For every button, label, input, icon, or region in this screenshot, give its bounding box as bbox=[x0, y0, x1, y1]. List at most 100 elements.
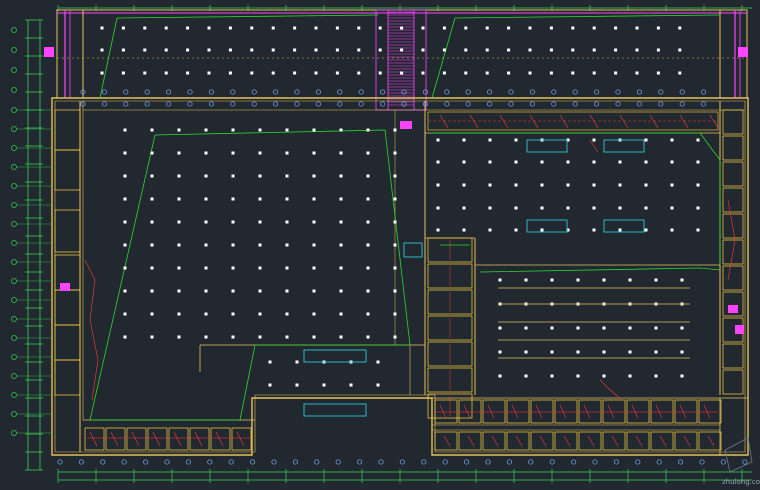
column-dot bbox=[204, 312, 208, 316]
column-dot bbox=[680, 374, 684, 378]
column-dot bbox=[228, 26, 232, 30]
column-dot bbox=[550, 374, 554, 378]
column-dot bbox=[566, 183, 570, 187]
column-dot bbox=[258, 266, 262, 270]
column-dot bbox=[670, 228, 674, 232]
column-dot bbox=[485, 71, 489, 75]
column-dot bbox=[498, 374, 502, 378]
column-dot bbox=[150, 266, 154, 270]
column-dot bbox=[285, 151, 289, 155]
column-dot bbox=[514, 160, 518, 164]
column-dot bbox=[177, 266, 181, 270]
column-dot bbox=[618, 228, 622, 232]
column-dot bbox=[618, 160, 622, 164]
column-dot bbox=[393, 312, 397, 316]
column-dot bbox=[592, 48, 596, 52]
column-dot bbox=[514, 228, 518, 232]
column-dot bbox=[436, 160, 440, 164]
column-dot bbox=[528, 71, 532, 75]
column-dot bbox=[393, 289, 397, 293]
column-dot bbox=[644, 160, 648, 164]
column-dot bbox=[614, 71, 618, 75]
column-dot bbox=[150, 220, 154, 224]
column-dot bbox=[576, 326, 580, 330]
column-dot bbox=[436, 183, 440, 187]
column-dot bbox=[123, 151, 127, 155]
column-dot bbox=[678, 71, 682, 75]
column-dot bbox=[231, 312, 235, 316]
column-dot bbox=[204, 220, 208, 224]
column-dot bbox=[592, 228, 596, 232]
column-dot bbox=[680, 350, 684, 354]
column-dot bbox=[488, 228, 492, 232]
column-dot bbox=[285, 312, 289, 316]
column-dot bbox=[462, 206, 466, 210]
column-dot bbox=[339, 151, 343, 155]
column-dot bbox=[204, 335, 208, 339]
column-dot bbox=[258, 220, 262, 224]
column-dot bbox=[177, 243, 181, 247]
column-dot bbox=[177, 128, 181, 132]
column-dot bbox=[366, 335, 370, 339]
column-dot bbox=[654, 350, 658, 354]
column-dot bbox=[366, 197, 370, 201]
column-dot bbox=[644, 138, 648, 142]
column-dot bbox=[177, 335, 181, 339]
column-dot bbox=[231, 243, 235, 247]
column-dot bbox=[514, 206, 518, 210]
column-dot bbox=[400, 71, 404, 75]
column-dot bbox=[524, 374, 528, 378]
column-dot bbox=[378, 71, 382, 75]
column-dot bbox=[644, 183, 648, 187]
column-dot bbox=[231, 335, 235, 339]
column-dot bbox=[464, 26, 468, 30]
column-dot bbox=[400, 48, 404, 52]
column-dot bbox=[514, 183, 518, 187]
column-dot bbox=[293, 71, 297, 75]
column-dot bbox=[123, 243, 127, 247]
column-dot bbox=[393, 128, 397, 132]
column-dot bbox=[507, 48, 511, 52]
column-dot bbox=[635, 71, 639, 75]
column-dot bbox=[312, 151, 316, 155]
column-dot bbox=[123, 174, 127, 178]
column-dot bbox=[204, 151, 208, 155]
column-dot bbox=[524, 350, 528, 354]
column-dot bbox=[366, 151, 370, 155]
column-dot bbox=[150, 312, 154, 316]
column-dot bbox=[696, 228, 700, 232]
column-dot bbox=[177, 312, 181, 316]
column-dot bbox=[186, 26, 190, 30]
column-dot bbox=[421, 48, 425, 52]
column-dot bbox=[258, 243, 262, 247]
column-dot bbox=[656, 26, 660, 30]
column-dot bbox=[635, 48, 639, 52]
cad-drawing-canvas[interactable]: zhulong.com bbox=[0, 0, 760, 490]
column-dot bbox=[366, 312, 370, 316]
column-dot bbox=[312, 128, 316, 132]
column-dot bbox=[285, 335, 289, 339]
column-dot bbox=[228, 71, 232, 75]
column-dot bbox=[285, 174, 289, 178]
column-dot bbox=[250, 26, 254, 30]
column-dot bbox=[393, 266, 397, 270]
column-dot bbox=[164, 71, 168, 75]
column-dot bbox=[285, 289, 289, 293]
column-dot bbox=[339, 174, 343, 178]
column-dot bbox=[177, 289, 181, 293]
column-dot bbox=[121, 26, 125, 30]
column-dot bbox=[312, 266, 316, 270]
column-dot bbox=[164, 48, 168, 52]
column-dot bbox=[696, 206, 700, 210]
column-dot bbox=[592, 160, 596, 164]
column-dot bbox=[258, 197, 262, 201]
column-dot bbox=[656, 71, 660, 75]
column-dot bbox=[654, 374, 658, 378]
column-dot bbox=[436, 206, 440, 210]
column-dot bbox=[680, 326, 684, 330]
column-dot bbox=[339, 220, 343, 224]
column-dot bbox=[177, 220, 181, 224]
column-dot bbox=[592, 183, 596, 187]
column-dot bbox=[186, 48, 190, 52]
column-dot bbox=[177, 197, 181, 201]
